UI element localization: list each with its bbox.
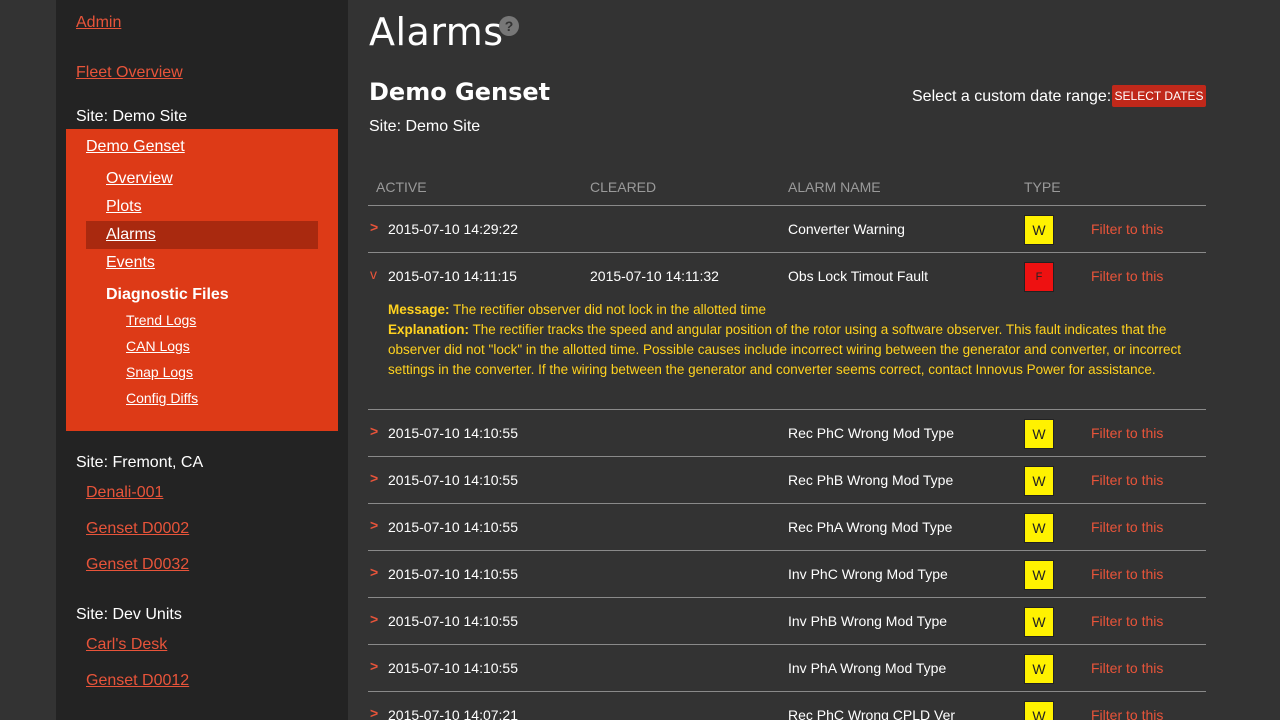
help-icon[interactable]: ? (499, 16, 519, 36)
site-subtitle: Site: Demo Site (369, 118, 481, 135)
filter-link[interactable]: Filter to this (1091, 425, 1163, 441)
expand-chevron-icon[interactable]: > (370, 611, 378, 627)
expand-chevron-icon[interactable]: > (370, 470, 378, 486)
active-time: 2015-07-10 14:29:22 (388, 221, 518, 237)
table-row[interactable]: > 2015-07-10 14:10:55 Inv PhA Wrong Mod … (368, 645, 1206, 692)
alarm-name: Obs Lock Timout Fault (788, 268, 929, 284)
active-time: 2015-07-10 14:10:55 (388, 566, 518, 582)
table-row[interactable]: > 2015-07-10 14:10:55 Rec PhB Wrong Mod … (368, 457, 1206, 504)
sidebar-item-plots[interactable]: Plots (106, 198, 142, 216)
expand-chevron-icon[interactable]: > (370, 423, 378, 439)
table-row[interactable]: > 2015-07-10 14:10:55 Rec PhA Wrong Mod … (368, 504, 1206, 551)
type-badge: W (1024, 513, 1054, 543)
filter-link[interactable]: Filter to this (1091, 268, 1163, 284)
sidebar: Admin Fleet Overview Site: Demo Site Dem… (56, 0, 348, 720)
filter-link[interactable]: Filter to this (1091, 472, 1163, 488)
sidebar-diagnostic-files-heading: Diagnostic Files (106, 286, 229, 303)
table-row[interactable]: > 2015-07-10 14:10:55 Rec PhC Wrong Mod … (368, 410, 1206, 457)
cleared-time: 2015-07-10 14:11:32 (590, 268, 719, 284)
alarm-name: Inv PhC Wrong Mod Type (788, 566, 948, 582)
collapse-chevron-icon[interactable]: v (370, 266, 377, 282)
page-title: Alarms (369, 10, 504, 54)
sidebar-item-config-diffs[interactable]: Config Diffs (126, 390, 198, 406)
right-gutter (1226, 0, 1280, 720)
active-time: 2015-07-10 14:10:55 (388, 519, 518, 535)
sidebar-link-genset-d0002[interactable]: Genset D0002 (86, 520, 189, 538)
active-time: 2015-07-10 14:10:55 (388, 425, 518, 441)
active-time: 2015-07-10 14:11:15 (388, 268, 517, 284)
alarms-table: ACTIVE CLEARED ALARM NAME TYPE > 2015-07… (368, 170, 1206, 720)
filter-link[interactable]: Filter to this (1091, 707, 1163, 720)
filter-link[interactable]: Filter to this (1091, 660, 1163, 676)
sidebar-link-admin[interactable]: Admin (76, 14, 121, 32)
type-badge: W (1024, 560, 1054, 590)
type-badge: F (1024, 262, 1054, 292)
sidebar-link-carls-desk[interactable]: Carl's Desk (86, 636, 167, 654)
table-row[interactable]: > 2015-07-10 14:29:22 Converter Warning … (368, 206, 1206, 253)
sidebar-site-dev: Site: Dev Units (76, 606, 182, 623)
alarm-name: Rec PhA Wrong Mod Type (788, 519, 953, 535)
genset-title: Demo Genset (369, 78, 551, 106)
date-range-label: Select a custom date range: (912, 88, 1112, 105)
sidebar-item-snap-logs[interactable]: Snap Logs (126, 364, 193, 380)
alarm-name: Inv PhB Wrong Mod Type (788, 613, 948, 629)
type-badge: W (1024, 654, 1054, 684)
table-row[interactable]: > 2015-07-10 14:10:55 Inv PhC Wrong Mod … (368, 551, 1206, 598)
alarm-detail: Message: The rectifier observer did not … (368, 300, 1206, 410)
site-box-demo: Demo Genset Overview Plots Alarms Events… (66, 129, 338, 431)
table-row[interactable]: > 2015-07-10 14:07:21 Rec PhC Wrong CPLD… (368, 692, 1206, 720)
sidebar-item-trend-logs[interactable]: Trend Logs (126, 312, 196, 328)
sidebar-site-fremont: Site: Fremont, CA (76, 454, 204, 471)
sidebar-item-events[interactable]: Events (106, 254, 155, 272)
type-badge: W (1024, 419, 1054, 449)
sidebar-link-genset-d0012[interactable]: Genset D0012 (86, 672, 189, 690)
expand-chevron-icon[interactable]: > (370, 564, 378, 580)
alarm-name: Converter Warning (788, 221, 905, 237)
type-badge: W (1024, 215, 1054, 245)
alarm-name: Rec PhC Wrong CPLD Ver (788, 707, 956, 720)
active-time: 2015-07-10 14:10:55 (388, 613, 518, 629)
filter-link[interactable]: Filter to this (1091, 613, 1163, 629)
expand-chevron-icon[interactable]: > (370, 658, 378, 674)
expand-chevron-icon[interactable]: > (370, 705, 378, 720)
left-gutter (0, 0, 56, 720)
active-time: 2015-07-10 14:07:21 (388, 707, 518, 720)
explanation-text: The rectifier tracks the speed and angul… (388, 322, 1181, 377)
sidebar-link-denali-001[interactable]: Denali-001 (86, 484, 163, 502)
column-header-alarm-name[interactable]: ALARM NAME (788, 179, 881, 195)
table-header: ACTIVE CLEARED ALARM NAME TYPE (368, 170, 1206, 206)
filter-link[interactable]: Filter to this (1091, 566, 1163, 582)
column-header-active[interactable]: ACTIVE (376, 179, 427, 195)
type-badge: W (1024, 607, 1054, 637)
sidebar-site-demo: Site: Demo Site (76, 108, 188, 125)
sidebar-item-alarms[interactable]: Alarms (106, 226, 156, 244)
column-header-cleared[interactable]: CLEARED (590, 179, 656, 195)
filter-link[interactable]: Filter to this (1091, 221, 1163, 237)
type-badge: W (1024, 466, 1054, 496)
alarm-name: Rec PhC Wrong Mod Type (788, 425, 955, 441)
explanation-label: Explanation: (388, 322, 470, 337)
sidebar-item-overview[interactable]: Overview (106, 170, 173, 188)
active-time: 2015-07-10 14:10:55 (388, 472, 518, 488)
expand-chevron-icon[interactable]: > (370, 219, 378, 235)
alarm-name: Inv PhA Wrong Mod Type (788, 660, 947, 676)
message-text: The rectifier observer did not lock in t… (453, 302, 766, 317)
alarm-detail-text: Message: The rectifier observer did not … (388, 300, 1188, 380)
sidebar-link-genset-d0032[interactable]: Genset D0032 (86, 556, 189, 574)
main-content: Alarms ? Demo Genset Site: Demo Site Sel… (348, 0, 1280, 720)
select-dates-button[interactable]: SELECT DATES (1112, 85, 1206, 107)
active-time: 2015-07-10 14:10:55 (388, 660, 518, 676)
column-header-type[interactable]: TYPE (1024, 179, 1061, 195)
type-badge: W (1024, 701, 1054, 720)
message-label: Message: (388, 302, 450, 317)
sidebar-link-fleet-overview[interactable]: Fleet Overview (76, 64, 183, 82)
table-row[interactable]: v 2015-07-10 14:11:15 2015-07-10 14:11:3… (368, 253, 1206, 300)
table-row[interactable]: > 2015-07-10 14:10:55 Inv PhB Wrong Mod … (368, 598, 1206, 645)
alarm-name: Rec PhB Wrong Mod Type (788, 472, 954, 488)
expand-chevron-icon[interactable]: > (370, 517, 378, 533)
sidebar-item-can-logs[interactable]: CAN Logs (126, 338, 190, 354)
filter-link[interactable]: Filter to this (1091, 519, 1163, 535)
sidebar-link-demo-genset[interactable]: Demo Genset (86, 138, 185, 156)
